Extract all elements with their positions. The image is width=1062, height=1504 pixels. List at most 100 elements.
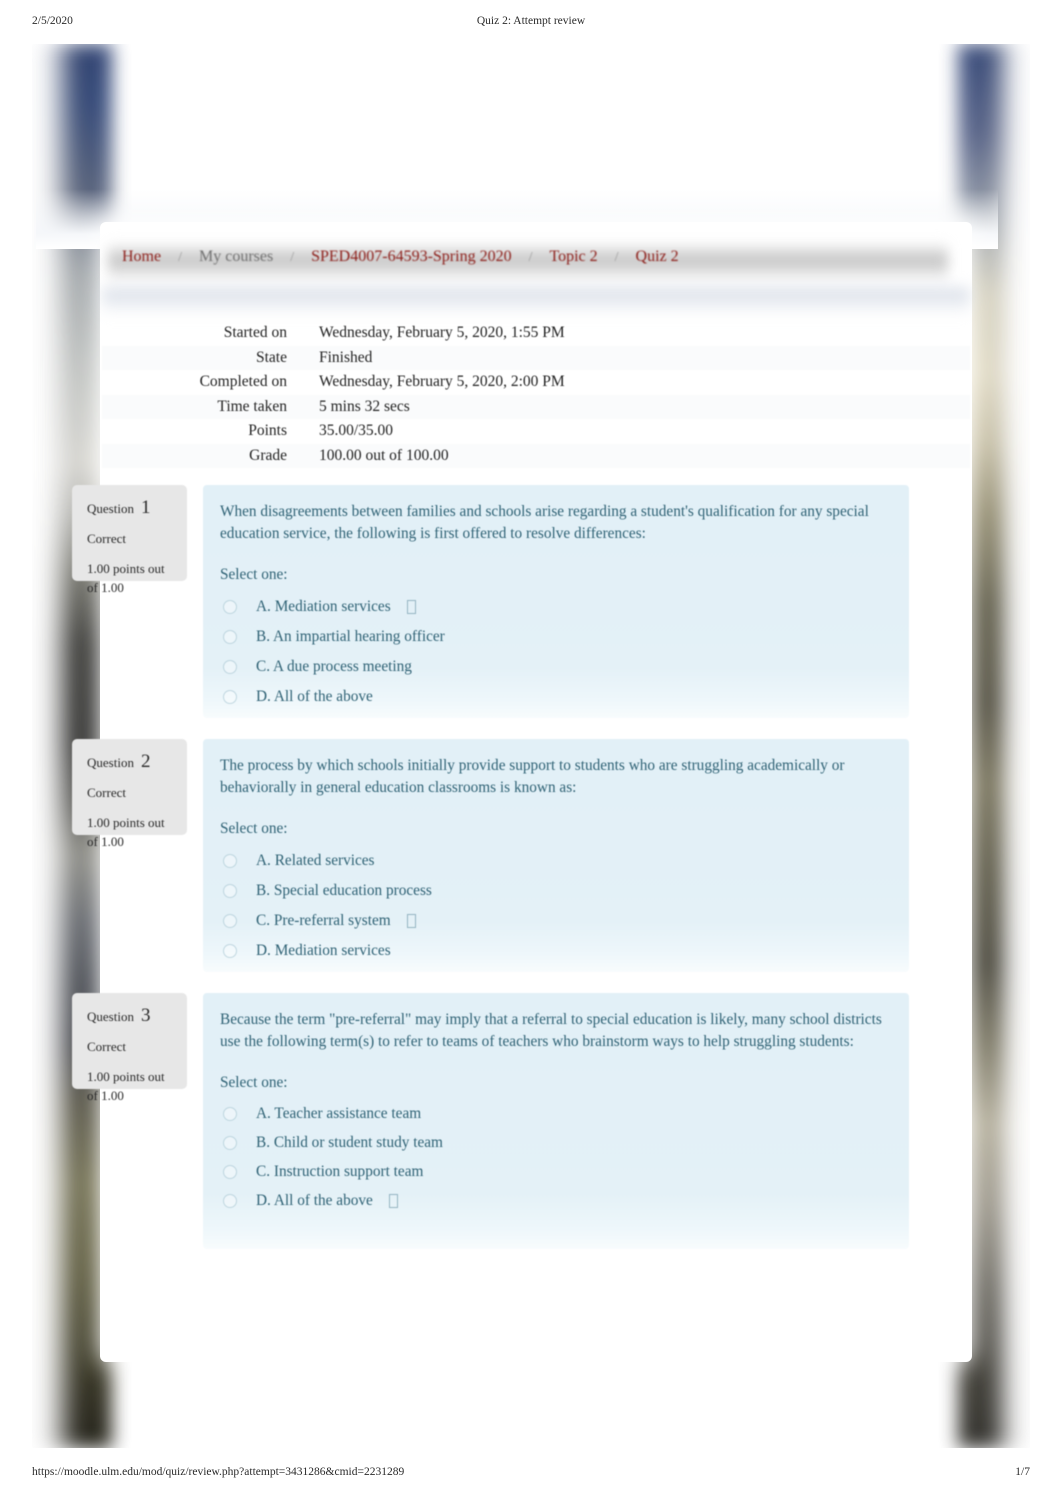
- summary-value: Wednesday, February 5, 2020, 1:55 PM: [319, 324, 565, 342]
- question-state-3: Correct: [87, 1039, 126, 1054]
- radio-icon[interactable]: [223, 943, 237, 958]
- breadcrumb: Home / My courses / SPED4007-64593-Sprin…: [120, 248, 681, 266]
- radio-icon[interactable]: [223, 1136, 237, 1151]
- question-mark-1: 1.00 points out of 1.00: [87, 561, 165, 595]
- breadcrumb-item-course[interactable]: SPED4007-64593-Spring 2020: [311, 248, 511, 265]
- radio-icon[interactable]: [223, 1165, 237, 1180]
- answer-option-2c[interactable]: C. Pre-referral system: [220, 906, 889, 936]
- question-info-3: Question 3 Correct 1.00 points out of 1.0…: [72, 993, 187, 1103]
- summary-label: Grade: [249, 446, 287, 464]
- answer-option-3c[interactable]: C. Instruction support team: [220, 1158, 889, 1187]
- summary-row: Points 35.00/35.00: [102, 419, 970, 444]
- radio-icon[interactable]: [223, 659, 237, 674]
- correct-check-icon: [388, 1194, 398, 1209]
- summary-row: Started on Wednesday, February 5, 2020, …: [102, 321, 970, 346]
- question-content-2: The process by which schools initially p…: [203, 739, 909, 972]
- answer-label: C. Instruction support team: [256, 1163, 424, 1181]
- answer-list-1: A. Mediation services B. An impartial he…: [220, 592, 889, 712]
- question-content-3: Because the term "pre-referral" may impl…: [203, 993, 909, 1249]
- summary-row: State Finished: [102, 345, 970, 370]
- question-number-2: Question 2: [87, 751, 151, 772]
- correct-check-icon: [406, 599, 416, 614]
- summary-row: Grade 100.00 out of 100.00: [102, 443, 970, 468]
- site-banner-image: [36, 44, 998, 249]
- question-number-1: Question 1: [87, 497, 151, 518]
- breadcrumb-separator: /: [614, 250, 619, 265]
- print-url: https://moodle.ulm.edu/mod/quiz/review.p…: [32, 1466, 405, 1478]
- answer-option-2b[interactable]: B. Special education process: [220, 876, 889, 906]
- summary-value: 100.00 out of 100.00: [319, 446, 449, 464]
- select-one-label-3: Select one:: [220, 1073, 288, 1091]
- answer-label: A. Mediation services: [256, 597, 391, 615]
- answer-label: A. Related services: [256, 851, 375, 869]
- answer-option-1d[interactable]: D. All of the above: [220, 682, 889, 712]
- question-text-3: Because the term "pre-referral" may impl…: [220, 1011, 882, 1051]
- question-info-1: Question 1 Correct 1.00 points out of 1.0…: [72, 485, 187, 595]
- radio-icon[interactable]: [223, 1107, 237, 1122]
- answer-label: A. Teacher assistance team: [256, 1105, 422, 1123]
- question-content-1: When disagreements between families and …: [203, 485, 909, 718]
- answer-list-2: A. Related services B. Special education…: [220, 846, 889, 966]
- summary-value: 35.00/35.00: [319, 422, 394, 440]
- print-footer: https://moodle.ulm.edu/mod/quiz/review.p…: [0, 1466, 1062, 1482]
- summary-label: Started on: [223, 324, 287, 342]
- select-one-label-1: Select one:: [220, 565, 288, 583]
- print-header: 2/5/2020 Quiz 2: Attempt review: [0, 15, 1062, 33]
- radio-icon[interactable]: [223, 883, 237, 898]
- answer-label: C. A due process meeting: [256, 657, 412, 675]
- radio-icon[interactable]: [223, 1194, 237, 1209]
- question-mark-2: 1.00 points out of 1.00: [87, 815, 165, 849]
- breadcrumb-item-my-courses[interactable]: My courses: [199, 248, 273, 265]
- summary-label: Completed on: [199, 373, 287, 391]
- radio-icon[interactable]: [223, 913, 237, 928]
- radio-icon[interactable]: [223, 689, 237, 704]
- summary-value: 5 mins 32 secs: [319, 397, 410, 415]
- question-state-2: Correct: [87, 785, 126, 800]
- radio-icon[interactable]: [223, 853, 237, 868]
- breadcrumb-bar: Home / My courses / SPED4007-64593-Sprin…: [100, 236, 972, 288]
- radio-icon[interactable]: [223, 599, 237, 614]
- summary-label: State: [256, 348, 287, 366]
- question-text-2: The process by which schools initially p…: [220, 757, 845, 797]
- answer-label: C. Pre-referral system: [256, 911, 391, 929]
- radio-icon[interactable]: [223, 629, 237, 644]
- breadcrumb-item-topic[interactable]: Topic 2: [549, 248, 597, 265]
- question-mark-3: 1.00 points out of 1.00: [87, 1069, 165, 1103]
- answer-label: D. All of the above: [256, 687, 373, 705]
- select-one-label-2: Select one:: [220, 819, 288, 837]
- summary-label: Time taken: [217, 397, 287, 415]
- correct-check-icon: [406, 913, 416, 928]
- answer-label: B. An impartial hearing officer: [256, 627, 445, 645]
- breadcrumb-item-quiz[interactable]: Quiz 2: [636, 248, 679, 265]
- answer-option-1c[interactable]: C. A due process meeting: [220, 652, 889, 682]
- answer-label: B. Special education process: [256, 881, 432, 899]
- print-document-title: Quiz 2: Attempt review: [476, 15, 586, 27]
- nav-blur-band: [102, 288, 970, 314]
- breadcrumb-separator: /: [290, 250, 295, 265]
- summary-row: Time taken 5 mins 32 secs: [102, 394, 970, 419]
- answer-option-2d[interactable]: D. Mediation services: [220, 936, 889, 966]
- breadcrumb-separator: /: [178, 250, 182, 265]
- answer-list-3: A. Teacher assistance team B. Child or s…: [220, 1100, 889, 1216]
- breadcrumb-item-home[interactable]: Home: [122, 248, 161, 265]
- question-state-1: Correct: [87, 531, 126, 546]
- answer-option-2a[interactable]: A. Related services: [220, 846, 889, 876]
- question-number-3: Question 3: [87, 1005, 151, 1026]
- summary-value: Wednesday, February 5, 2020, 2:00 PM: [319, 373, 565, 391]
- page-canvas: Home / My courses / SPED4007-64593-Sprin…: [32, 44, 1030, 1448]
- answer-option-3a[interactable]: A. Teacher assistance team: [220, 1100, 889, 1129]
- summary-value: Finished: [319, 348, 373, 366]
- answer-label: D. All of the above: [256, 1192, 373, 1210]
- answer-option-1b[interactable]: B. An impartial hearing officer: [220, 622, 889, 652]
- answer-option-3b[interactable]: B. Child or student study team: [220, 1129, 889, 1158]
- answer-option-1a[interactable]: A. Mediation services: [220, 592, 889, 622]
- summary-row: Completed on Wednesday, February 5, 2020…: [102, 370, 970, 395]
- answer-label: D. Mediation services: [256, 941, 391, 959]
- attempt-summary-table: Started on Wednesday, February 5, 2020, …: [102, 321, 970, 468]
- question-text-1: When disagreements between families and …: [220, 503, 869, 543]
- print-page-number: 1/7: [1015, 1466, 1030, 1478]
- summary-label: Points: [248, 422, 287, 440]
- answer-label: B. Child or student study team: [256, 1134, 443, 1152]
- question-info-2: Question 2 Correct 1.00 points out of 1.0…: [72, 739, 187, 849]
- answer-option-3d[interactable]: D. All of the above: [220, 1187, 889, 1216]
